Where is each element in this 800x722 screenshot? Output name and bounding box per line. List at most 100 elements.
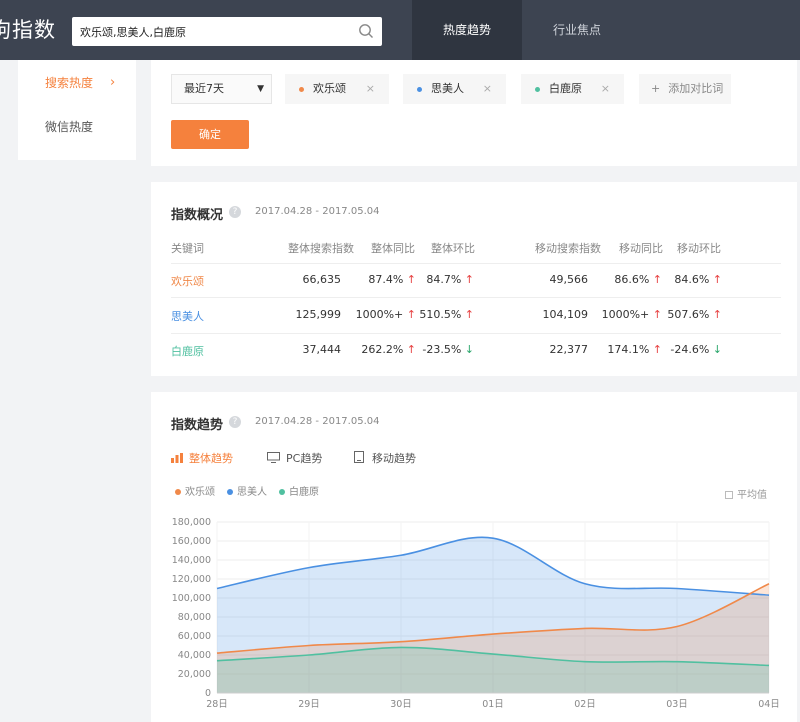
trend-chart: 0 20,000 40,000 60,000 80,000 100,000 120,000 1… xyxy=(172,517,780,710)
arrow-up-icon: ↑ xyxy=(709,308,722,321)
x-tick-label: 02日 xyxy=(574,699,596,710)
arrow-up-icon: ↑ xyxy=(649,308,662,321)
arrow-up-icon: ↑ xyxy=(403,273,416,286)
caret-down-icon: ▼ xyxy=(257,84,264,94)
confirm-button[interactable]: 确定 xyxy=(171,120,249,149)
cell-value: 262.2% xyxy=(361,343,404,356)
y-tick-label: 180,000 xyxy=(172,517,211,528)
arrow-up-icon: ↑ xyxy=(461,273,474,286)
add-keyword-button[interactable]: + 添加对比词 xyxy=(639,74,731,104)
cell-value: 思美人 xyxy=(171,310,204,323)
table-cell-mom: -23.5% ↓ xyxy=(422,343,474,356)
table-cell-yoy: 87.4% ↑ xyxy=(368,273,416,286)
close-icon[interactable]: × xyxy=(366,74,375,104)
table-cell-mom: 510.5% ↑ xyxy=(419,308,474,321)
keyword-tag-2: 思美人 × xyxy=(403,74,506,104)
col-header-keyword: 关键词 xyxy=(171,242,204,255)
keyword-label: 思美人 xyxy=(431,82,464,95)
row-divider xyxy=(171,333,781,334)
x-tick-label: 01日 xyxy=(482,699,504,710)
sidebar-item-wechat-heat[interactable]: 微信热度 xyxy=(45,118,93,135)
table-keyword-link[interactable]: 欢乐颂 xyxy=(171,273,204,289)
cell-value: -24.6% xyxy=(670,343,710,356)
y-tick-label: 0 xyxy=(205,688,211,699)
cell-value: 22,377 xyxy=(549,343,589,356)
table-cell-m-yoy: 1000%+ ↑ xyxy=(602,308,662,321)
cell-value: 87.4% xyxy=(368,273,404,286)
table-cell-m-yoy: 174.1% ↑ xyxy=(607,343,662,356)
arrow-down-icon: ↓ xyxy=(709,343,722,356)
table-cell-yoy: 1000%+ ↑ xyxy=(356,308,416,321)
period-select[interactable]: 最近7天 ▼ xyxy=(171,74,272,104)
x-tick-label: 03日 xyxy=(666,699,688,710)
arrow-up-icon: ↑ xyxy=(403,308,416,321)
plus-icon: + xyxy=(651,82,661,95)
table-cell-mobile: 104,109 xyxy=(543,308,589,321)
cell-value: 84.6% xyxy=(674,273,710,286)
col-header-mom: 整体环比 xyxy=(431,242,475,255)
add-keyword-label: 添加对比词 xyxy=(668,82,724,95)
table-keyword-link[interactable]: 思美人 xyxy=(171,308,204,324)
help-icon[interactable]: ? xyxy=(229,206,241,218)
cell-value: 49,566 xyxy=(549,273,589,286)
y-tick-label: 120,000 xyxy=(172,574,211,585)
keyword-tag-3: 白鹿原 × xyxy=(521,74,624,104)
arrow-down-icon: ↓ xyxy=(461,343,474,356)
y-tick-label: 60,000 xyxy=(178,631,211,642)
sidebar-item-search-heat[interactable]: 搜索热度 xyxy=(45,74,93,91)
row-divider xyxy=(171,263,781,264)
table-cell-m-mom: 507.6% ↑ xyxy=(667,308,722,321)
y-tick-label: 160,000 xyxy=(172,536,211,547)
chevron-right-icon: › xyxy=(110,75,116,90)
cell-value: 104,109 xyxy=(542,308,589,321)
cell-value: 白鹿原 xyxy=(171,345,204,358)
keyword-dot-icon xyxy=(299,87,304,92)
period-select-value: 最近7天 xyxy=(184,82,224,95)
y-tick-label: 140,000 xyxy=(172,555,211,566)
table-cell-m-mom: 84.6% ↑ xyxy=(674,273,722,286)
cell-value: 507.6% xyxy=(667,308,710,321)
overview-date-range: 2017.04.28 - 2017.05.04 xyxy=(255,206,380,217)
trend-card: 指数趋势 ? 2017.04.28 - 2017.05.04 整体趋势 PC趋势… xyxy=(151,392,797,722)
tab-heat-trend[interactable]: 热度趋势 xyxy=(412,0,522,60)
table-cell-total: 125,999 xyxy=(296,308,342,321)
col-header-mobile: 移动搜索指数 xyxy=(535,242,601,255)
row-divider xyxy=(171,297,781,298)
close-icon[interactable]: × xyxy=(601,74,610,104)
y-tick-label: 40,000 xyxy=(178,650,211,661)
search-box[interactable] xyxy=(72,17,382,46)
table-cell-mobile: 49,566 xyxy=(550,273,589,286)
tab-industry-focus[interactable]: 行业焦点 xyxy=(522,0,632,60)
keyword-dot-icon xyxy=(417,87,422,92)
col-header-mobile-mom: 移动环比 xyxy=(677,242,721,255)
close-icon[interactable]: × xyxy=(483,74,492,104)
cell-value: -23.5% xyxy=(422,343,462,356)
cell-value: 84.7% xyxy=(426,273,462,286)
cell-value: 1000%+ xyxy=(601,308,650,321)
arrow-up-icon: ↑ xyxy=(709,273,722,286)
x-tick-label: 29日 xyxy=(298,699,320,710)
keyword-dot-icon xyxy=(535,87,540,92)
cell-value: 1000%+ xyxy=(355,308,404,321)
search-input[interactable] xyxy=(80,22,350,41)
arrow-up-icon: ↑ xyxy=(649,343,662,356)
top-bar: 狗指数 热度趋势 行业焦点 xyxy=(0,0,800,60)
keyword-tag-1: 欢乐颂 × xyxy=(285,74,389,104)
overview-card: 指数概况 ? 2017.04.28 - 2017.05.04 关键词 整体搜索指… xyxy=(151,182,797,376)
arrow-up-icon: ↑ xyxy=(461,308,474,321)
overview-title: 指数概况 xyxy=(171,208,224,223)
x-tick-label: 04日 xyxy=(758,699,780,710)
table-cell-m-mom: -24.6% ↓ xyxy=(670,343,722,356)
x-tick-label: 30日 xyxy=(390,699,412,710)
table-cell-m-yoy: 86.6% ↑ xyxy=(614,273,662,286)
table-cell-yoy: 262.2% ↑ xyxy=(361,343,416,356)
col-header-mobile-yoy: 移动同比 xyxy=(619,242,663,255)
arrow-up-icon: ↑ xyxy=(403,343,416,356)
table-cell-total: 37,444 xyxy=(303,343,342,356)
search-icon[interactable] xyxy=(358,23,374,39)
cell-value: 510.5% xyxy=(419,308,462,321)
x-tick-label: 28日 xyxy=(206,699,228,710)
keyword-label: 白鹿原 xyxy=(549,82,582,95)
table-keyword-link[interactable]: 白鹿原 xyxy=(171,343,204,359)
cell-value: 66,635 xyxy=(302,273,342,286)
